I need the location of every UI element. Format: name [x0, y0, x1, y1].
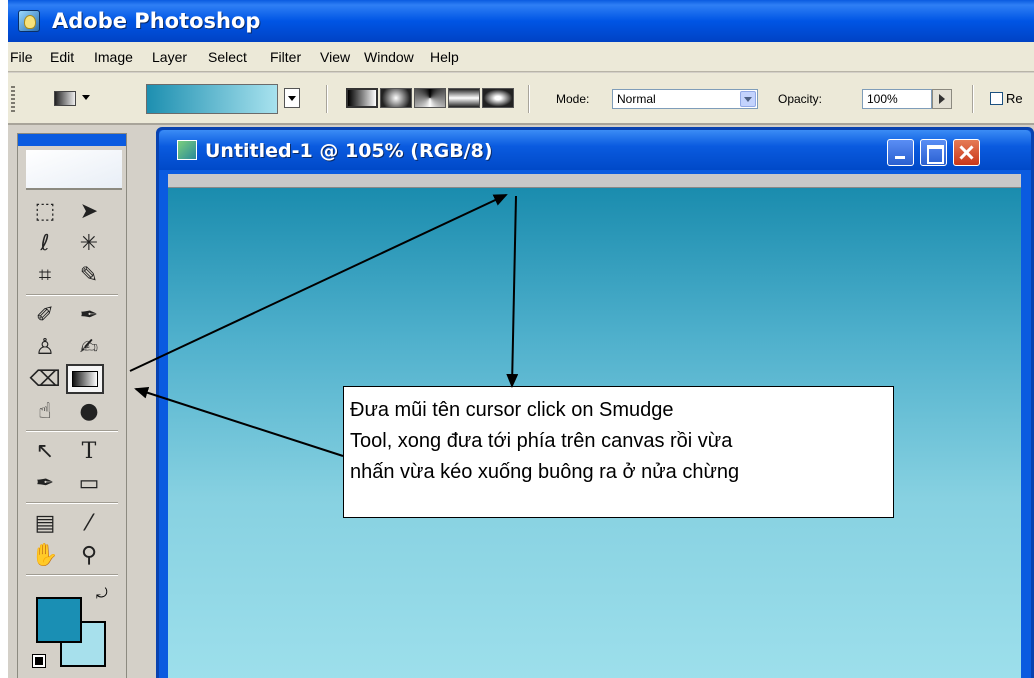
menu-layer[interactable]: Layer	[152, 49, 187, 65]
angle-gradient-button[interactable]	[414, 88, 446, 108]
tool-divider	[26, 294, 118, 296]
tool-divider	[26, 430, 118, 432]
opacity-field[interactable]: 100%	[862, 89, 932, 109]
menu-help[interactable]: Help	[430, 49, 459, 65]
mode-value: Normal	[617, 92, 656, 106]
opacity-label: Opacity:	[778, 92, 823, 106]
brush-tool-icon[interactable]: ✒	[70, 300, 108, 330]
crop-tool-icon[interactable]: ⌗	[26, 260, 64, 290]
radial-gradient-button[interactable]	[380, 88, 412, 108]
eraser-tool-icon[interactable]: ⌫	[26, 364, 64, 394]
chevron-down-icon[interactable]	[82, 95, 90, 100]
reverse-checkbox[interactable]	[990, 92, 1003, 105]
lasso-tool-icon[interactable]: ℓ	[26, 228, 64, 258]
gradient-tool-icon[interactable]	[66, 364, 104, 394]
zoom-tool-icon[interactable]: ⚲	[70, 540, 108, 570]
menu-filter[interactable]: Filter	[270, 49, 301, 65]
feather-logo-icon[interactable]	[26, 150, 122, 190]
type-tool-icon[interactable]: T	[70, 436, 108, 466]
linear-gradient-button[interactable]	[346, 88, 378, 108]
hand-tool-icon[interactable]: ✋	[26, 540, 64, 570]
slice-tool-icon[interactable]: ✎	[70, 260, 108, 290]
opacity-value: 100%	[867, 92, 898, 106]
document-title-bar[interactable]: Untitled-1 @ 105% (RGB/8)	[159, 130, 1031, 170]
menu-select[interactable]: Select	[208, 49, 247, 65]
mode-select[interactable]: Normal	[612, 89, 758, 109]
tool-preset-icon[interactable]	[54, 91, 76, 106]
divider	[528, 85, 530, 113]
toolbox-header[interactable]	[18, 134, 126, 146]
diamond-gradient-button[interactable]	[482, 88, 514, 108]
menu-window[interactable]: Window	[364, 49, 414, 65]
options-bar: Mode: Normal Opacity: 100% Re	[8, 73, 1034, 125]
options-grip[interactable]	[11, 86, 15, 112]
ruler-bar	[168, 174, 1021, 188]
maximize-button[interactable]	[920, 139, 947, 166]
instruction-callout: Đưa mũi tên cursor click on Smudge Tool,…	[343, 386, 894, 518]
default-colors-icon[interactable]	[32, 654, 46, 668]
clone-stamp-tool-icon[interactable]: ♙	[26, 332, 64, 362]
reflected-gradient-button[interactable]	[448, 88, 480, 108]
smudge-tool-icon[interactable]: ☝	[26, 396, 64, 426]
minimize-button[interactable]	[887, 139, 914, 166]
mode-label: Mode:	[556, 92, 590, 106]
callout-line: Đưa mũi tên cursor click on Smudge	[350, 399, 674, 421]
callout-line: Tool, xong đưa tới phía trên canvas rồi …	[350, 430, 733, 452]
gradient-dropdown-button[interactable]	[284, 88, 300, 108]
tool-divider	[26, 574, 118, 576]
menu-view[interactable]: View	[320, 49, 350, 65]
menu-bar: File Edit Image Layer Select Filter View…	[8, 42, 1034, 72]
document-icon	[177, 140, 197, 160]
toolbox: ⬚ ➤ ℓ ✳ ⌗ ✎ ✐ ✒ ♙ ✍ ⌫ ☝ ● ↖ T ✒ ▭ ▤ ⁄ ✋ …	[17, 133, 127, 678]
path-selection-tool-icon[interactable]: ↖	[26, 436, 64, 466]
divider	[972, 85, 974, 113]
photoshop-app: Adobe Photoshop File Edit Image Layer Se…	[8, 0, 1034, 678]
close-button[interactable]	[953, 139, 980, 166]
menu-edit[interactable]: Edit	[50, 49, 74, 65]
healing-brush-tool-icon[interactable]: ✐	[26, 300, 64, 330]
gradient-picker[interactable]	[146, 84, 278, 114]
app-title-bar[interactable]: Adobe Photoshop	[8, 0, 1034, 42]
history-brush-tool-icon[interactable]: ✍	[70, 332, 108, 362]
app-title: Adobe Photoshop	[52, 9, 261, 33]
dodge-tool-icon[interactable]: ●	[70, 396, 108, 426]
chevron-down-icon[interactable]	[740, 91, 756, 107]
callout-line: nhấn vừa kéo xuống buông ra ở nửa chừng	[350, 461, 740, 483]
tool-divider	[26, 502, 118, 504]
move-tool-icon[interactable]: ➤	[70, 196, 108, 226]
shape-tool-icon[interactable]: ▭	[70, 468, 108, 498]
divider	[326, 85, 328, 113]
document-title: Untitled-1 @ 105% (RGB/8)	[205, 140, 493, 162]
pen-tool-icon[interactable]: ✒	[26, 468, 64, 498]
menu-image[interactable]: Image	[94, 49, 133, 65]
foreground-color-swatch[interactable]	[36, 597, 82, 643]
opacity-slider-button[interactable]	[932, 89, 952, 109]
swap-colors-icon[interactable]: ⤾	[96, 585, 108, 602]
menu-file[interactable]: File	[10, 49, 33, 65]
magic-wand-tool-icon[interactable]: ✳	[70, 228, 108, 258]
eyedropper-tool-icon[interactable]: ⁄	[70, 508, 108, 538]
marquee-tool-icon[interactable]: ⬚	[26, 196, 64, 226]
notes-tool-icon[interactable]: ▤	[26, 508, 64, 538]
photoshop-logo-icon	[18, 10, 40, 32]
reverse-label: Re	[1006, 91, 1023, 106]
